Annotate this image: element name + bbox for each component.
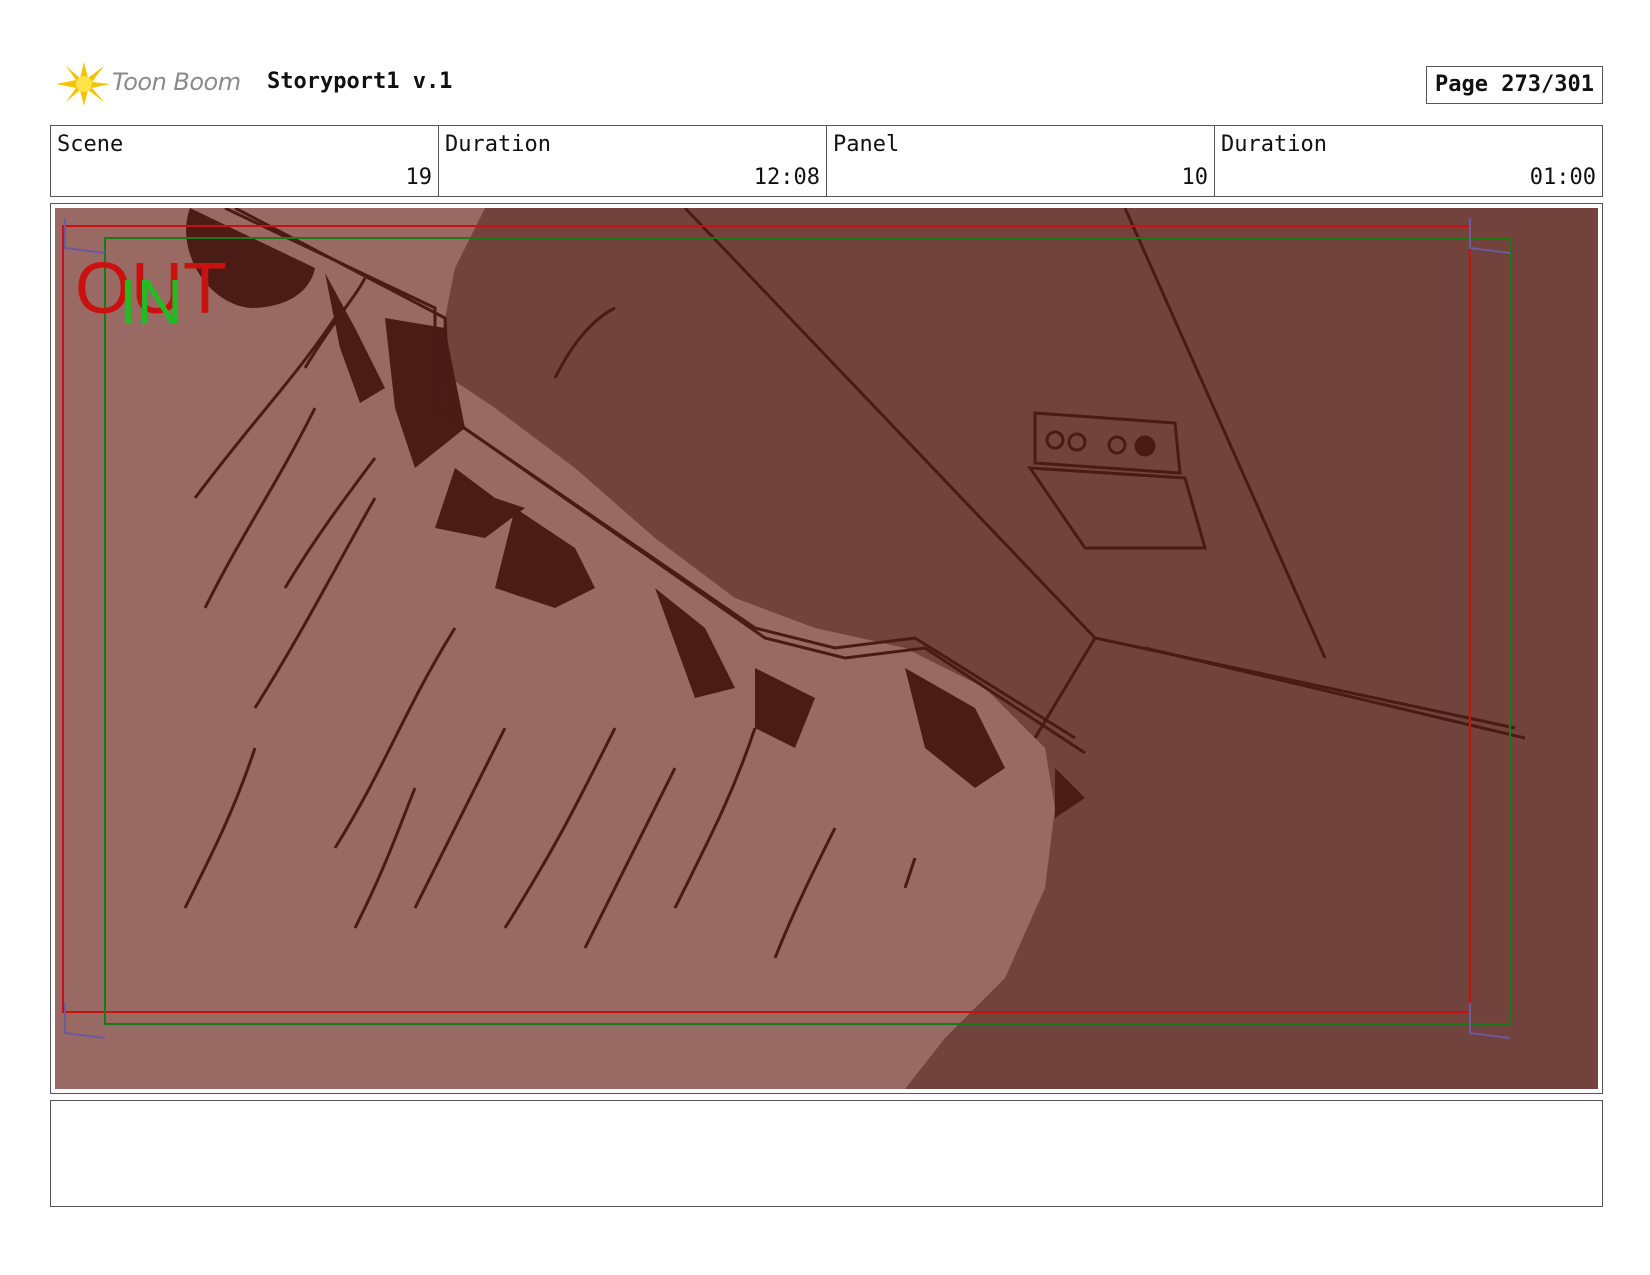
panel-notes[interactable] [50,1100,1603,1207]
panel-label: Panel [833,132,900,157]
toon-boom-logo: Toon Boom [54,58,254,110]
page-header: Toon Boom Storyport1 v.1 Page 273/301 [50,52,1603,112]
scene-label: Scene [57,132,124,157]
panel-duration-cell: Duration 01:00 [1215,126,1602,196]
document-title: Storyport1 v.1 [267,69,453,94]
scene-duration-value: 12:08 [753,165,820,190]
scene-info-table: Scene 19 Duration 12:08 Panel 10 Duratio… [50,125,1603,197]
panel-artwork: OUT IN [55,208,1598,1089]
storyboard-panel: OUT IN [50,203,1603,1094]
scene-cell: Scene 19 [51,126,439,196]
scene-value: 19 [405,165,433,190]
page-number: Page 273/301 [1426,66,1603,104]
scene-duration-cell: Duration 12:08 [439,126,827,196]
panel-duration-label: Duration [1221,132,1327,157]
logo-text: Toon Boom [112,68,241,96]
panel-duration-value: 01:00 [1529,165,1596,190]
panel-cell: Panel 10 [827,126,1215,196]
panel-value: 10 [1181,165,1209,190]
starburst-icon [56,62,110,106]
panel-drawing: OUT IN [55,208,1598,1089]
scene-duration-label: Duration [445,132,551,157]
in-label: IN [119,266,183,338]
